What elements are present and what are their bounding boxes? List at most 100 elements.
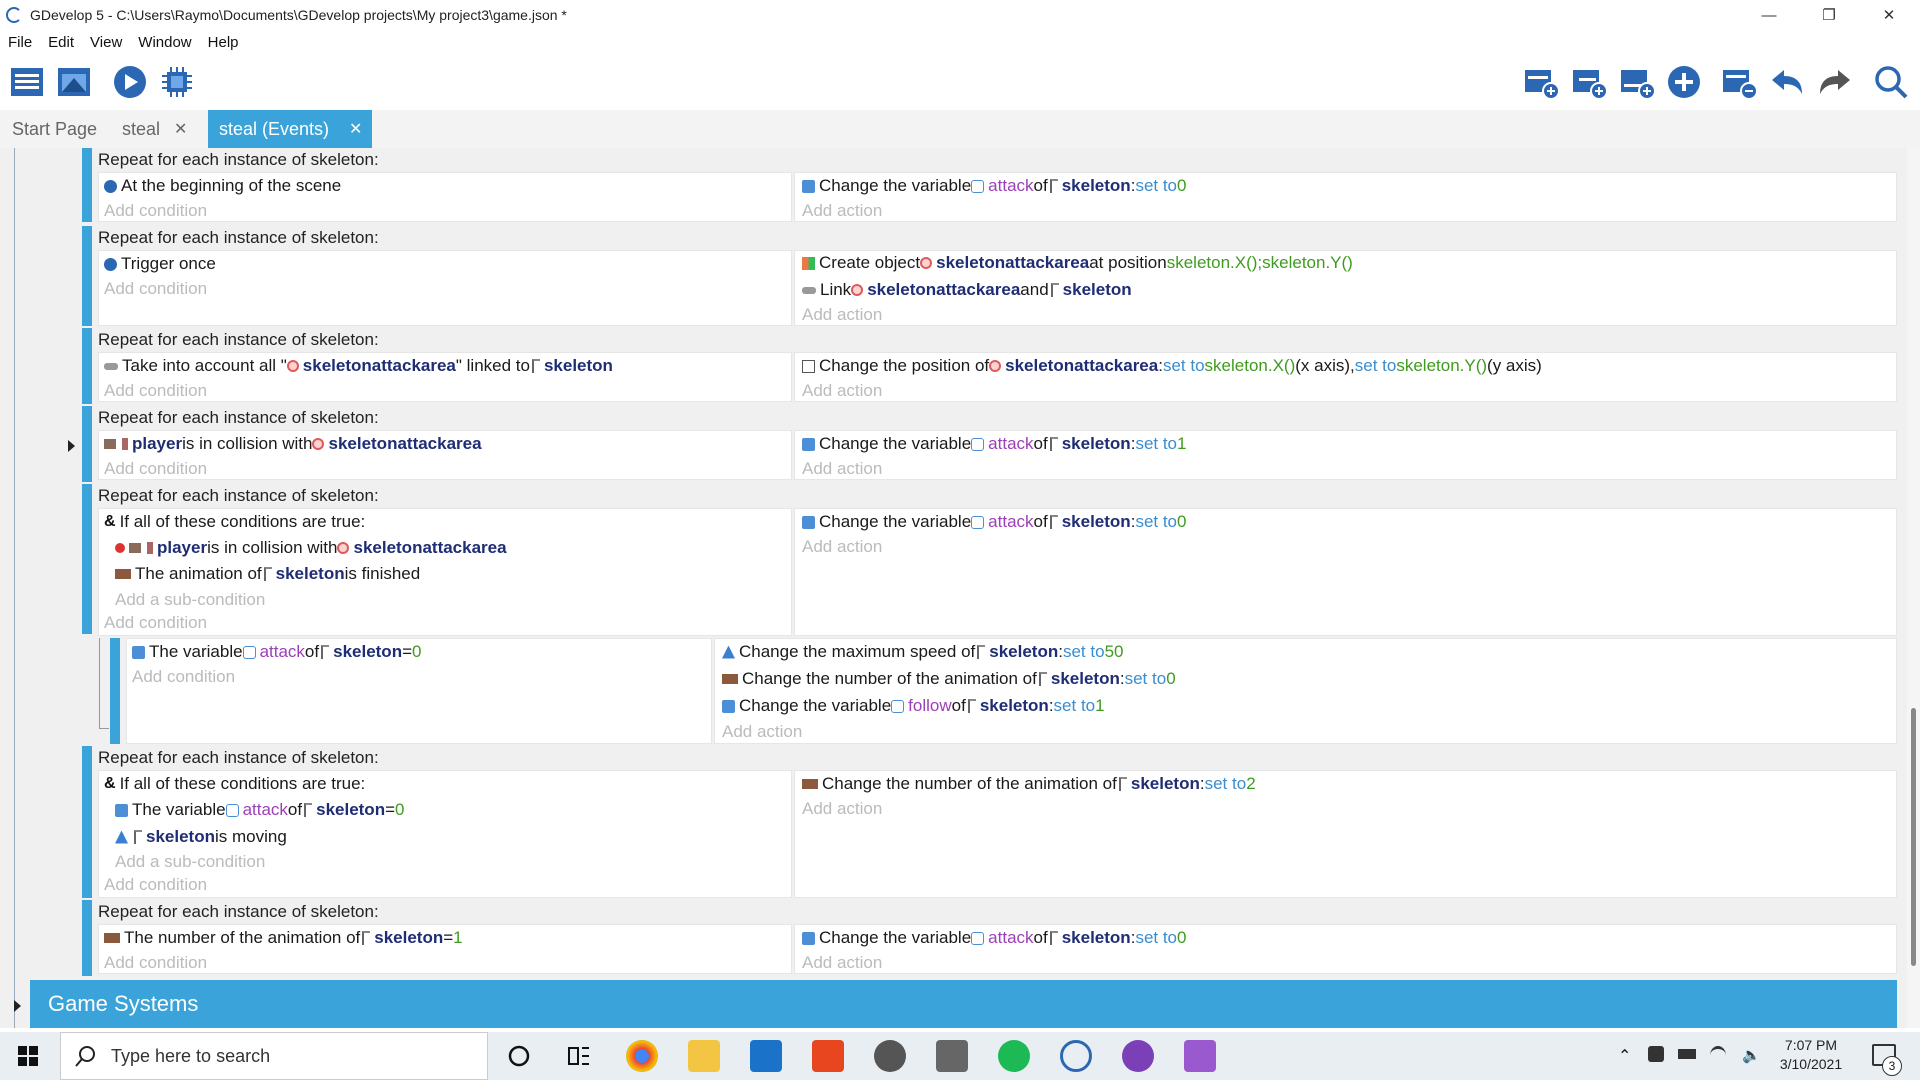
tab-steal[interactable]: steal ✕ bbox=[122, 110, 202, 148]
event-block[interactable]: Repeat for each instance of skeleton: At… bbox=[82, 148, 1897, 222]
add-extension-icon[interactable] bbox=[1665, 64, 1703, 100]
menu-file[interactable]: File bbox=[8, 34, 32, 51]
add-subevent-icon[interactable] bbox=[1570, 64, 1608, 100]
chrome-icon[interactable] bbox=[626, 1040, 658, 1072]
add-condition-link[interactable]: Add condition bbox=[104, 613, 207, 633]
clock[interactable]: 7:07 PM 3/10/2021 bbox=[1776, 1037, 1846, 1072]
action[interactable]: Change the variable attack of skeleton: … bbox=[802, 434, 1187, 454]
conditions-panel[interactable]: The number of the animation of skeleton … bbox=[98, 924, 792, 974]
task-view-icon[interactable] bbox=[567, 1044, 591, 1068]
add-condition-link[interactable]: Add condition bbox=[104, 459, 207, 479]
expand-arrow-icon[interactable] bbox=[14, 1000, 21, 1012]
add-action-link[interactable]: Add action bbox=[802, 305, 882, 325]
close-window-button[interactable]: ✕ bbox=[1866, 0, 1912, 30]
preview-play-icon[interactable] bbox=[111, 64, 149, 100]
action[interactable]: Change the variable follow of skeleton: … bbox=[722, 696, 1105, 716]
vertical-scrollbar[interactable] bbox=[1907, 148, 1920, 1028]
action[interactable]: Change the variable attack of skeleton: … bbox=[802, 928, 1187, 948]
condition[interactable]: player is in collision with skeletonatta… bbox=[104, 434, 482, 454]
spotify-icon[interactable] bbox=[998, 1040, 1030, 1072]
condition[interactable]: The variable attack of skeleton = 0 bbox=[132, 642, 422, 662]
add-action-link[interactable]: Add action bbox=[802, 201, 882, 221]
condition[interactable]: Trigger once bbox=[104, 254, 216, 274]
add-condition-link[interactable]: Add condition bbox=[104, 875, 207, 895]
add-subcondition-link[interactable]: Add a sub-condition bbox=[115, 852, 265, 872]
headphones-app-icon[interactable] bbox=[1122, 1040, 1154, 1072]
action[interactable]: Link skeletonattackarea and skeleton bbox=[802, 280, 1132, 300]
menu-help[interactable]: Help bbox=[208, 34, 239, 51]
conditions-panel[interactable]: player is in collision with skeletonatta… bbox=[98, 430, 792, 480]
sub-condition[interactable]: The animation of skeleton is finished bbox=[115, 564, 420, 584]
conditions-panel[interactable]: At the beginning of the scene Add condit… bbox=[98, 172, 792, 222]
tab-start-page[interactable]: Start Page bbox=[12, 110, 102, 148]
actions-panel[interactable]: Create object skeletonattackarea at posi… bbox=[794, 250, 1897, 326]
tray-chevron-icon[interactable]: ⌃ bbox=[1618, 1046, 1631, 1066]
event-block[interactable]: Repeat for each instance of skeleton: Ta… bbox=[82, 328, 1897, 404]
action[interactable]: Change the variable attack of skeleton: … bbox=[802, 176, 1187, 196]
sub-condition[interactable]: The variable attack of skeleton = 0 bbox=[115, 800, 405, 820]
add-condition-link[interactable]: Add condition bbox=[104, 201, 207, 221]
search-icon[interactable] bbox=[1872, 64, 1910, 100]
volume-icon[interactable]: 🔈 bbox=[1742, 1046, 1761, 1064]
add-subcondition-link[interactable]: Add a sub-condition bbox=[115, 590, 265, 610]
add-condition-link[interactable]: Add condition bbox=[132, 667, 235, 687]
close-tab-icon[interactable]: ✕ bbox=[174, 119, 187, 139]
project-manager-icon[interactable] bbox=[8, 64, 46, 100]
minimize-button[interactable]: — bbox=[1746, 0, 1792, 30]
redo-icon[interactable] bbox=[1816, 64, 1854, 100]
close-tab-icon[interactable]: ✕ bbox=[349, 119, 362, 139]
event-block[interactable]: Repeat for each instance of skeleton: Tr… bbox=[82, 226, 1897, 326]
action[interactable]: Create object skeletonattackarea at posi… bbox=[802, 253, 1353, 273]
actions-panel[interactable]: Change the variable attack of skeleton: … bbox=[794, 172, 1897, 222]
action[interactable]: Change the variable attack of skeleton: … bbox=[802, 512, 1187, 532]
cortana-icon[interactable] bbox=[507, 1044, 531, 1068]
actions-panel[interactable]: Change the variable attack of skeleton: … bbox=[794, 430, 1897, 480]
actions-panel[interactable]: Change the position of skeletonattackare… bbox=[794, 352, 1897, 402]
actions-panel[interactable]: Change the number of the animation of sk… bbox=[794, 770, 1897, 898]
event-block[interactable]: Repeat for each instance of skeleton: pl… bbox=[82, 406, 1897, 482]
conditions-panel[interactable]: & If all of these conditions are true: Th… bbox=[98, 770, 792, 898]
action[interactable]: Change the number of the animation of sk… bbox=[722, 669, 1176, 689]
wifi-icon[interactable] bbox=[1710, 1046, 1726, 1065]
actions-panel[interactable]: Change the variable attack of skeleton: … bbox=[794, 924, 1897, 974]
file-explorer-icon[interactable] bbox=[688, 1040, 720, 1072]
condition[interactable]: The number of the animation of skeleton … bbox=[104, 928, 463, 948]
tray-meet-icon[interactable] bbox=[1648, 1046, 1664, 1062]
windows-start-icon[interactable] bbox=[18, 1046, 38, 1066]
actions-panel[interactable]: Change the maximum speed of skeleton: se… bbox=[714, 638, 1897, 744]
menu-edit[interactable]: Edit bbox=[48, 34, 74, 51]
undo-icon[interactable] bbox=[1768, 64, 1806, 100]
event-block[interactable]: Repeat for each instance of skeleton: Th… bbox=[82, 900, 1897, 976]
group-event-game-systems[interactable]: Game Systems bbox=[30, 980, 1897, 1028]
actions-panel[interactable]: Change the variable attack of skeleton: … bbox=[794, 508, 1897, 636]
event-block[interactable]: Repeat for each instance of skeleton: & I… bbox=[82, 746, 1897, 898]
tab-steal-events[interactable]: steal (Events) ✕ bbox=[208, 110, 372, 148]
sub-condition[interactable]: skeleton is moving bbox=[115, 827, 287, 847]
battery-icon[interactable] bbox=[1678, 1049, 1696, 1059]
or-condition[interactable]: & If all of these conditions are true: bbox=[104, 512, 365, 532]
action[interactable]: Change the maximum speed of skeleton: se… bbox=[722, 642, 1123, 662]
settings-gear-icon[interactable] bbox=[874, 1040, 906, 1072]
add-action-link[interactable]: Add action bbox=[802, 953, 882, 973]
conditions-panel[interactable]: The variable attack of skeleton = 0 Add … bbox=[126, 638, 712, 744]
add-condition-link[interactable]: Add condition bbox=[104, 381, 207, 401]
add-other-icon[interactable] bbox=[1618, 64, 1656, 100]
debugger-icon[interactable] bbox=[158, 64, 196, 100]
messaging-app-icon[interactable] bbox=[1184, 1040, 1216, 1072]
scene-editor-icon[interactable] bbox=[55, 64, 93, 100]
or-condition[interactable]: & If all of these conditions are true: bbox=[104, 774, 365, 794]
restore-button[interactable]: ❐ bbox=[1806, 0, 1852, 30]
mail-icon[interactable] bbox=[750, 1040, 782, 1072]
add-condition-link[interactable]: Add condition bbox=[104, 953, 207, 973]
add-action-link[interactable]: Add action bbox=[802, 381, 882, 401]
calculator-icon[interactable] bbox=[936, 1040, 968, 1072]
conditions-panel[interactable]: Trigger once Add condition bbox=[98, 250, 792, 326]
condition[interactable]: At the beginning of the scene bbox=[104, 176, 341, 196]
conditions-panel[interactable]: & If all of these conditions are true: pl… bbox=[98, 508, 792, 636]
add-action-link[interactable]: Add action bbox=[802, 799, 882, 819]
add-event-icon[interactable] bbox=[1522, 64, 1560, 100]
sub-event-block[interactable]: The variable attack of skeleton = 0 Add … bbox=[110, 638, 1897, 744]
action[interactable]: Change the position of skeletonattackare… bbox=[802, 356, 1542, 376]
conditions-panel[interactable]: Take into account all " skeletonattackare… bbox=[98, 352, 792, 402]
add-condition-link[interactable]: Add condition bbox=[104, 279, 207, 299]
